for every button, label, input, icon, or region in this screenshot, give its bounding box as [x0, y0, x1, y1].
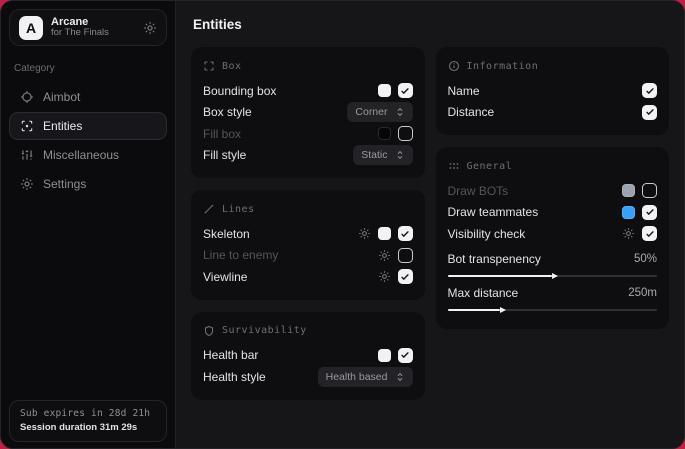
setting-row-skeleton: Skeleton [203, 223, 413, 245]
setting-row-viewline: Viewline [203, 266, 413, 288]
subscription-status-card: Sub expires in 28d 21h Session duration … [9, 400, 167, 442]
checkbox-checked[interactable] [642, 226, 657, 241]
sidebar-item-settings[interactable]: Settings [9, 170, 167, 198]
setting-row-fill-style: Fill style Static [203, 145, 413, 167]
checkbox-checked[interactable] [398, 226, 413, 241]
checkbox-checked[interactable] [398, 348, 413, 363]
sliders-icon [20, 148, 34, 162]
sidebar-item-label: Aimbot [43, 90, 80, 104]
checkbox-unchecked[interactable] [398, 248, 413, 263]
health-style-dropdown[interactable]: Health based [318, 367, 413, 387]
card-title: Survivability [222, 325, 307, 336]
gear-icon[interactable] [622, 227, 635, 240]
grid-dots-icon [448, 160, 460, 172]
sidebar-item-label: Settings [43, 177, 86, 191]
max-distance-slider[interactable] [448, 309, 658, 311]
setting-row-health-style: Health style Health based [203, 366, 413, 388]
chevrons-up-down-icon [395, 150, 405, 160]
max-distance-slider-block: Max distance 250m [448, 283, 658, 311]
lines-card: Lines Skeleton [191, 190, 425, 300]
app-subtitle: for The Finals [51, 28, 109, 39]
setting-row-draw-bots: Draw BOTs [448, 180, 658, 202]
sidebar-item-label: Miscellaneous [43, 148, 119, 162]
slider-value: 250m [628, 287, 657, 299]
slider-thumb[interactable] [552, 273, 558, 279]
app-brand-card: A Arcane for The Finals [9, 9, 167, 46]
session-duration-text: Session duration 31m 29s [20, 422, 156, 433]
sidebar-item-miscellaneous[interactable]: Miscellaneous [9, 141, 167, 169]
diagonal-line-icon [203, 203, 215, 215]
slider-value: 50% [634, 253, 657, 265]
box-card: Box Bounding box Box style [191, 47, 425, 178]
sidebar: A Arcane for The Finals Category Aimbot … [1, 1, 176, 448]
setting-row-name: Name [448, 80, 658, 102]
setting-row-bounding-box: Bounding box [203, 80, 413, 102]
chevrons-up-down-icon [395, 107, 405, 117]
card-title: Box [222, 61, 242, 72]
card-title: Information [467, 61, 539, 72]
bot-transparency-slider-block: Bot transpenency 50% [448, 249, 658, 277]
setting-row-box-style: Box style Corner [203, 102, 413, 124]
sidebar-item-entities[interactable]: Entities [9, 112, 167, 140]
slider-thumb[interactable] [500, 307, 506, 313]
sidebar-item-label: Entities [43, 119, 82, 133]
setting-row-visibility-check: Visibility check [448, 223, 658, 245]
setting-row-line-to-enemy: Line to enemy [203, 245, 413, 267]
gear-icon[interactable] [378, 249, 391, 262]
app-logo: A [19, 16, 43, 40]
checkbox-checked[interactable] [642, 105, 657, 120]
color-swatch[interactable] [622, 184, 635, 197]
color-swatch[interactable] [378, 349, 391, 362]
checkbox-unchecked[interactable] [642, 183, 657, 198]
survivability-card: Survivability Health bar Health style [191, 312, 425, 400]
box-style-dropdown[interactable]: Corner [347, 102, 412, 122]
info-icon [448, 60, 460, 72]
bot-transparency-slider[interactable] [448, 275, 658, 277]
sub-expiry-text: Sub expires in 28d 21h [20, 408, 156, 419]
checkbox-checked[interactable] [398, 83, 413, 98]
gear-icon[interactable] [378, 270, 391, 283]
sidebar-category-label: Category [14, 63, 162, 74]
color-swatch[interactable] [378, 227, 391, 240]
color-swatch[interactable] [378, 84, 391, 97]
setting-row-fill-box: Fill box [203, 123, 413, 145]
setting-row-distance: Distance [448, 102, 658, 124]
general-card: General Draw BOTs Draw teammates [436, 147, 670, 329]
page-title: Entities [193, 17, 669, 32]
checkbox-checked[interactable] [398, 269, 413, 284]
gear-icon [20, 177, 34, 191]
crosshair-icon [20, 90, 34, 104]
gear-icon[interactable] [358, 227, 371, 240]
shield-icon [203, 325, 215, 337]
chevrons-up-down-icon [395, 372, 405, 382]
gear-icon[interactable] [143, 21, 157, 35]
color-swatch[interactable] [622, 206, 635, 219]
checkbox-checked[interactable] [642, 205, 657, 220]
checkbox-checked[interactable] [642, 83, 657, 98]
card-title: General [467, 161, 513, 172]
box-select-icon [20, 119, 34, 133]
box-corners-icon [203, 60, 215, 72]
main-content: Entities Box Bounding box [176, 1, 684, 448]
fill-style-dropdown[interactable]: Static [353, 145, 412, 165]
app-window: A Arcane for The Finals Category Aimbot … [0, 0, 685, 449]
card-title: Lines [222, 204, 255, 215]
information-card: Information Name Distance [436, 47, 670, 135]
checkbox-unchecked[interactable] [398, 126, 413, 141]
color-swatch[interactable] [378, 127, 391, 140]
setting-row-health-bar: Health bar [203, 345, 413, 367]
sidebar-item-aimbot[interactable]: Aimbot [9, 83, 167, 111]
setting-row-draw-teammates: Draw teammates [448, 202, 658, 224]
